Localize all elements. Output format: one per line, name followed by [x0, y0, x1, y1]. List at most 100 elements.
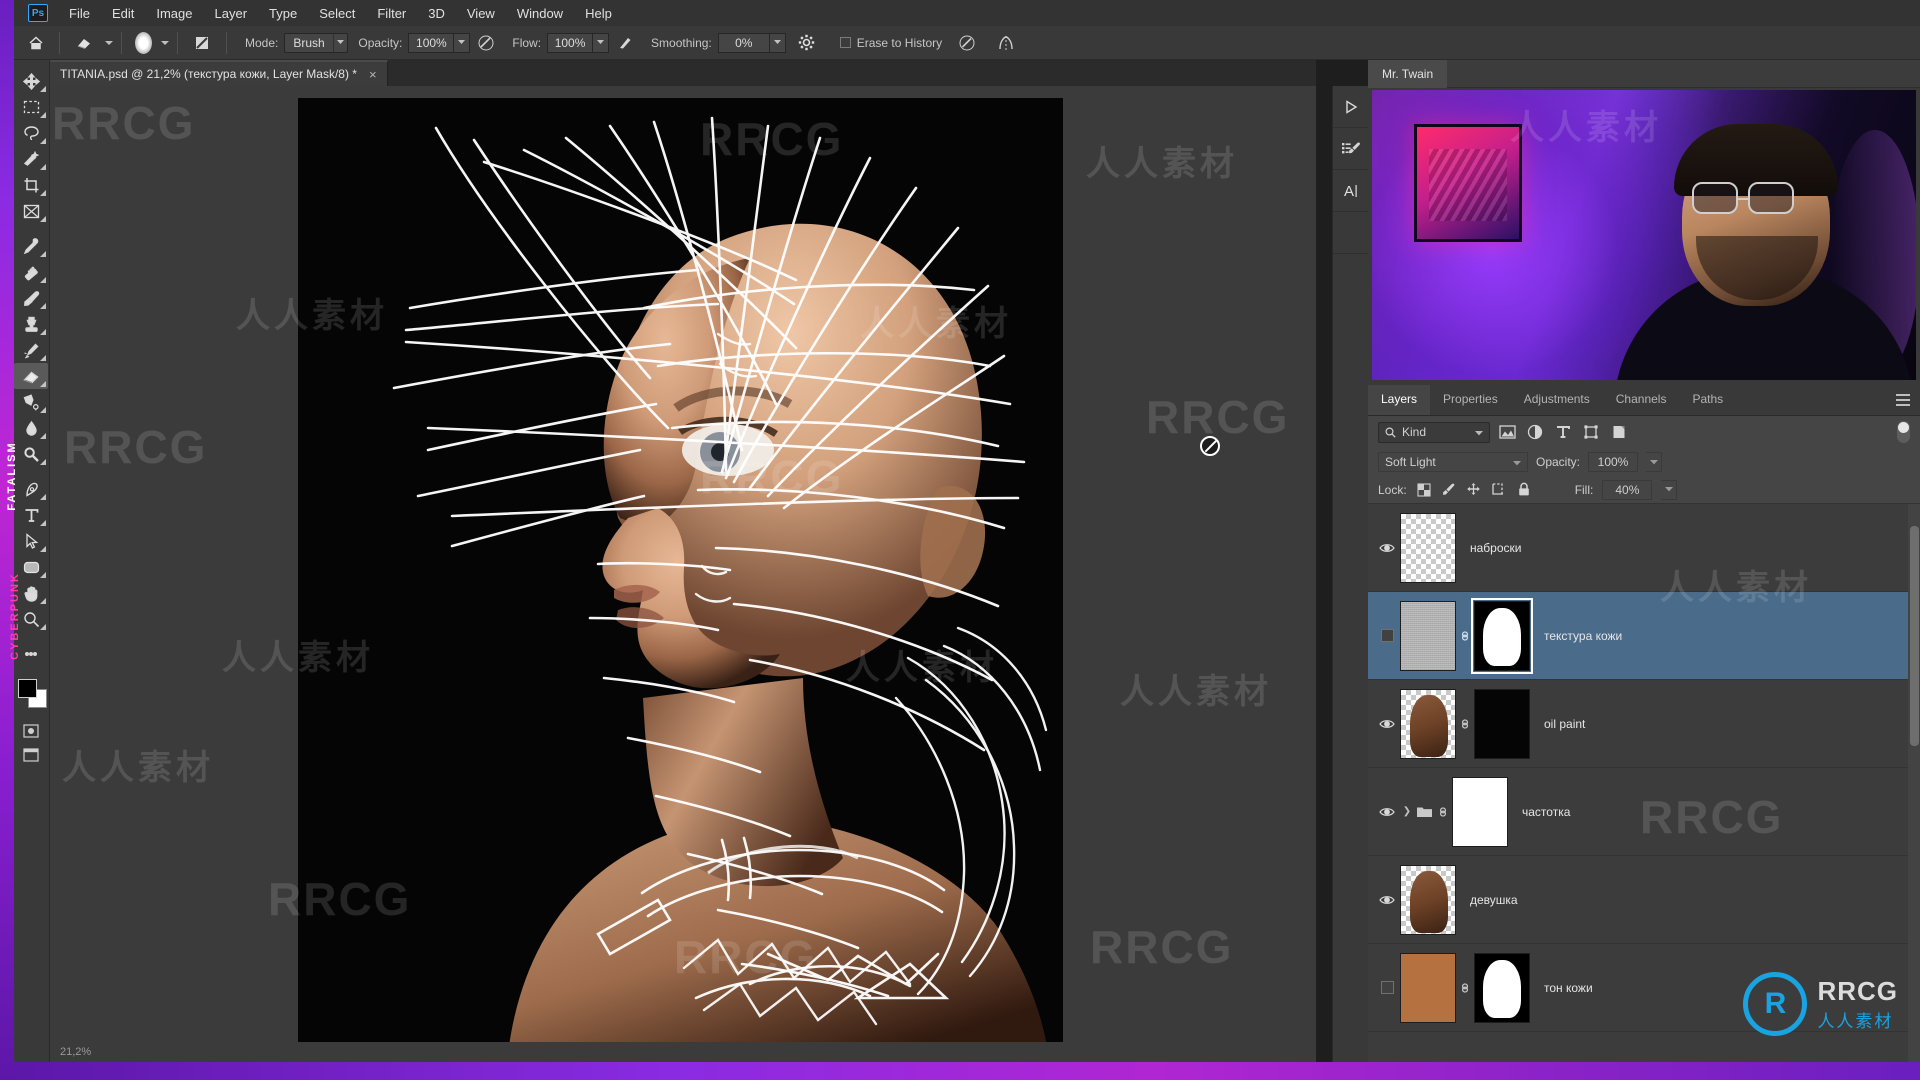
panel-menu-icon[interactable]	[1896, 394, 1910, 406]
smart-object-filter-icon[interactable]	[1608, 422, 1630, 443]
filter-toggle-switch[interactable]	[1897, 421, 1910, 443]
opacity-chevron-icon[interactable]	[454, 32, 471, 53]
table-row[interactable]: девушка	[1368, 856, 1920, 944]
menu-item-select[interactable]: Select	[308, 2, 366, 25]
menu-item-type[interactable]: Type	[258, 2, 308, 25]
crop-tool[interactable]	[14, 172, 48, 198]
smoothing-chevron-icon[interactable]	[769, 32, 786, 53]
history-brush-tool[interactable]	[14, 337, 48, 363]
layer-visibility-toggle[interactable]	[1374, 680, 1400, 768]
tablet-pressure-size-icon[interactable]	[958, 34, 976, 52]
layer-thumbnail[interactable]	[1400, 688, 1456, 759]
opacity-pressure-icon[interactable]	[477, 34, 495, 52]
blend-mode-select[interactable]: Soft Light	[1378, 452, 1528, 472]
lasso-tool[interactable]	[14, 120, 48, 146]
home-icon[interactable]	[28, 35, 44, 51]
layer-visibility-toggle[interactable]	[1374, 504, 1400, 592]
menu-item-window[interactable]: Window	[506, 2, 574, 25]
mask-link-icon[interactable]	[1456, 592, 1474, 680]
lock-transparent-pixels-icon[interactable]	[1416, 482, 1432, 498]
play-icon[interactable]	[1333, 86, 1369, 128]
erase-to-history-checkbox[interactable]	[839, 37, 851, 48]
flow-value[interactable]: 100%	[547, 32, 594, 53]
move-tool[interactable]	[14, 68, 48, 94]
magic-wand-tool[interactable]	[14, 146, 48, 172]
tab-properties[interactable]: Properties	[1430, 385, 1511, 415]
type-tool[interactable]	[14, 502, 48, 528]
eraser-tool-preset-icon[interactable]	[75, 34, 93, 52]
menu-item-filter[interactable]: Filter	[366, 2, 417, 25]
group-mask-thumbnail[interactable]	[1452, 776, 1508, 847]
layer-name[interactable]: oil paint	[1544, 717, 1585, 731]
adjustment-filter-icon[interactable]	[1524, 422, 1546, 443]
layer-mask-thumbnail[interactable]	[1474, 688, 1530, 759]
pen-tool[interactable]	[14, 476, 48, 502]
brush-preset-icon[interactable]	[1333, 128, 1369, 170]
layer-thumbnail[interactable]	[1400, 600, 1456, 671]
menu-item-edit[interactable]: Edit	[101, 2, 145, 25]
fill-chevron-icon[interactable]	[1661, 479, 1678, 500]
opacity-value[interactable]: 100%	[408, 32, 455, 53]
brush-settings-panel-icon[interactable]	[193, 34, 211, 52]
pixel-filter-icon[interactable]	[1496, 422, 1518, 443]
layer-visibility-toggle[interactable]	[1374, 592, 1400, 680]
table-row[interactable]: наброски	[1368, 504, 1920, 592]
mask-link-icon[interactable]	[1434, 768, 1452, 856]
shape-filter-icon[interactable]	[1580, 422, 1602, 443]
layer-filter-kind-select[interactable]: Kind	[1378, 421, 1490, 443]
tab-layers[interactable]: Layers	[1368, 385, 1431, 415]
brush-preview[interactable]	[130, 30, 156, 56]
chevron-right-icon[interactable]: ❯	[1400, 806, 1414, 817]
table-row[interactable]: oil paint	[1368, 680, 1920, 768]
layer-visibility-toggle[interactable]	[1374, 768, 1400, 856]
menu-item-help[interactable]: Help	[574, 2, 623, 25]
menu-item-file[interactable]: File	[58, 2, 101, 25]
close-icon[interactable]: ×	[369, 67, 377, 82]
color-swatches[interactable]	[15, 677, 49, 711]
layer-mask-thumbnail[interactable]	[1471, 597, 1533, 674]
screen-mode-icon[interactable]	[14, 743, 48, 767]
dodge-tool[interactable]	[14, 441, 48, 467]
blur-tool[interactable]	[14, 415, 48, 441]
artwork-canvas[interactable]	[298, 98, 1063, 1053]
frame-tool[interactable]	[14, 198, 48, 224]
lock-artboard-nesting-icon[interactable]	[1491, 482, 1507, 498]
mode-select[interactable]: Brush	[284, 32, 349, 53]
mask-link-icon[interactable]	[1456, 680, 1474, 768]
canvas-area[interactable]	[50, 86, 1316, 1062]
symmetry-icon[interactable]	[997, 34, 1015, 52]
rectangular-marquee-tool[interactable]	[14, 94, 48, 120]
quick-mask-toggle-icon[interactable]	[14, 719, 48, 743]
table-row[interactable]: ❯ частотка	[1368, 768, 1920, 856]
table-row[interactable]: текстура кожи	[1368, 592, 1920, 680]
mask-link-icon[interactable]	[1456, 944, 1474, 1032]
layer-thumbnail[interactable]	[1400, 864, 1456, 935]
layer-visibility-toggle[interactable]	[1374, 944, 1400, 1032]
path-selection-tool[interactable]	[14, 528, 48, 554]
airbrush-icon[interactable]	[616, 34, 634, 52]
tab-adjustments[interactable]: Adjustments	[1511, 385, 1603, 415]
layer-thumbnail[interactable]	[1400, 512, 1456, 583]
layer-name[interactable]: девушка	[1470, 893, 1518, 907]
foreground-color-swatch[interactable]	[17, 679, 37, 698]
brush-picker-chevron-icon[interactable]	[161, 40, 169, 45]
layer-mask-thumbnail[interactable]	[1474, 952, 1530, 1023]
layer-name[interactable]: тон кожи	[1544, 981, 1593, 995]
menu-item-view[interactable]: View	[456, 2, 506, 25]
tool-preset-chevron-icon[interactable]	[105, 40, 113, 45]
flow-chevron-icon[interactable]	[593, 32, 610, 53]
spot-healing-brush-tool[interactable]	[14, 259, 48, 285]
menu-item-layer[interactable]: Layer	[204, 2, 259, 25]
text-tool-icon[interactable]: A	[1333, 170, 1369, 212]
menu-item-image[interactable]: Image	[145, 2, 203, 25]
lock-image-pixels-icon[interactable]	[1441, 482, 1457, 498]
eraser-tool[interactable]	[14, 363, 48, 389]
layers-scrollbar-thumb[interactable]	[1910, 526, 1919, 746]
eyedropper-tool[interactable]	[14, 233, 48, 259]
layer-visibility-toggle[interactable]	[1374, 856, 1400, 944]
fill-value[interactable]: 40%	[1602, 479, 1653, 500]
layers-scrollbar[interactable]	[1908, 504, 1920, 1080]
smoothing-value[interactable]: 0%	[717, 32, 770, 53]
gradient-tool[interactable]	[14, 389, 48, 415]
smoothing-options-gear-icon[interactable]	[798, 34, 815, 51]
